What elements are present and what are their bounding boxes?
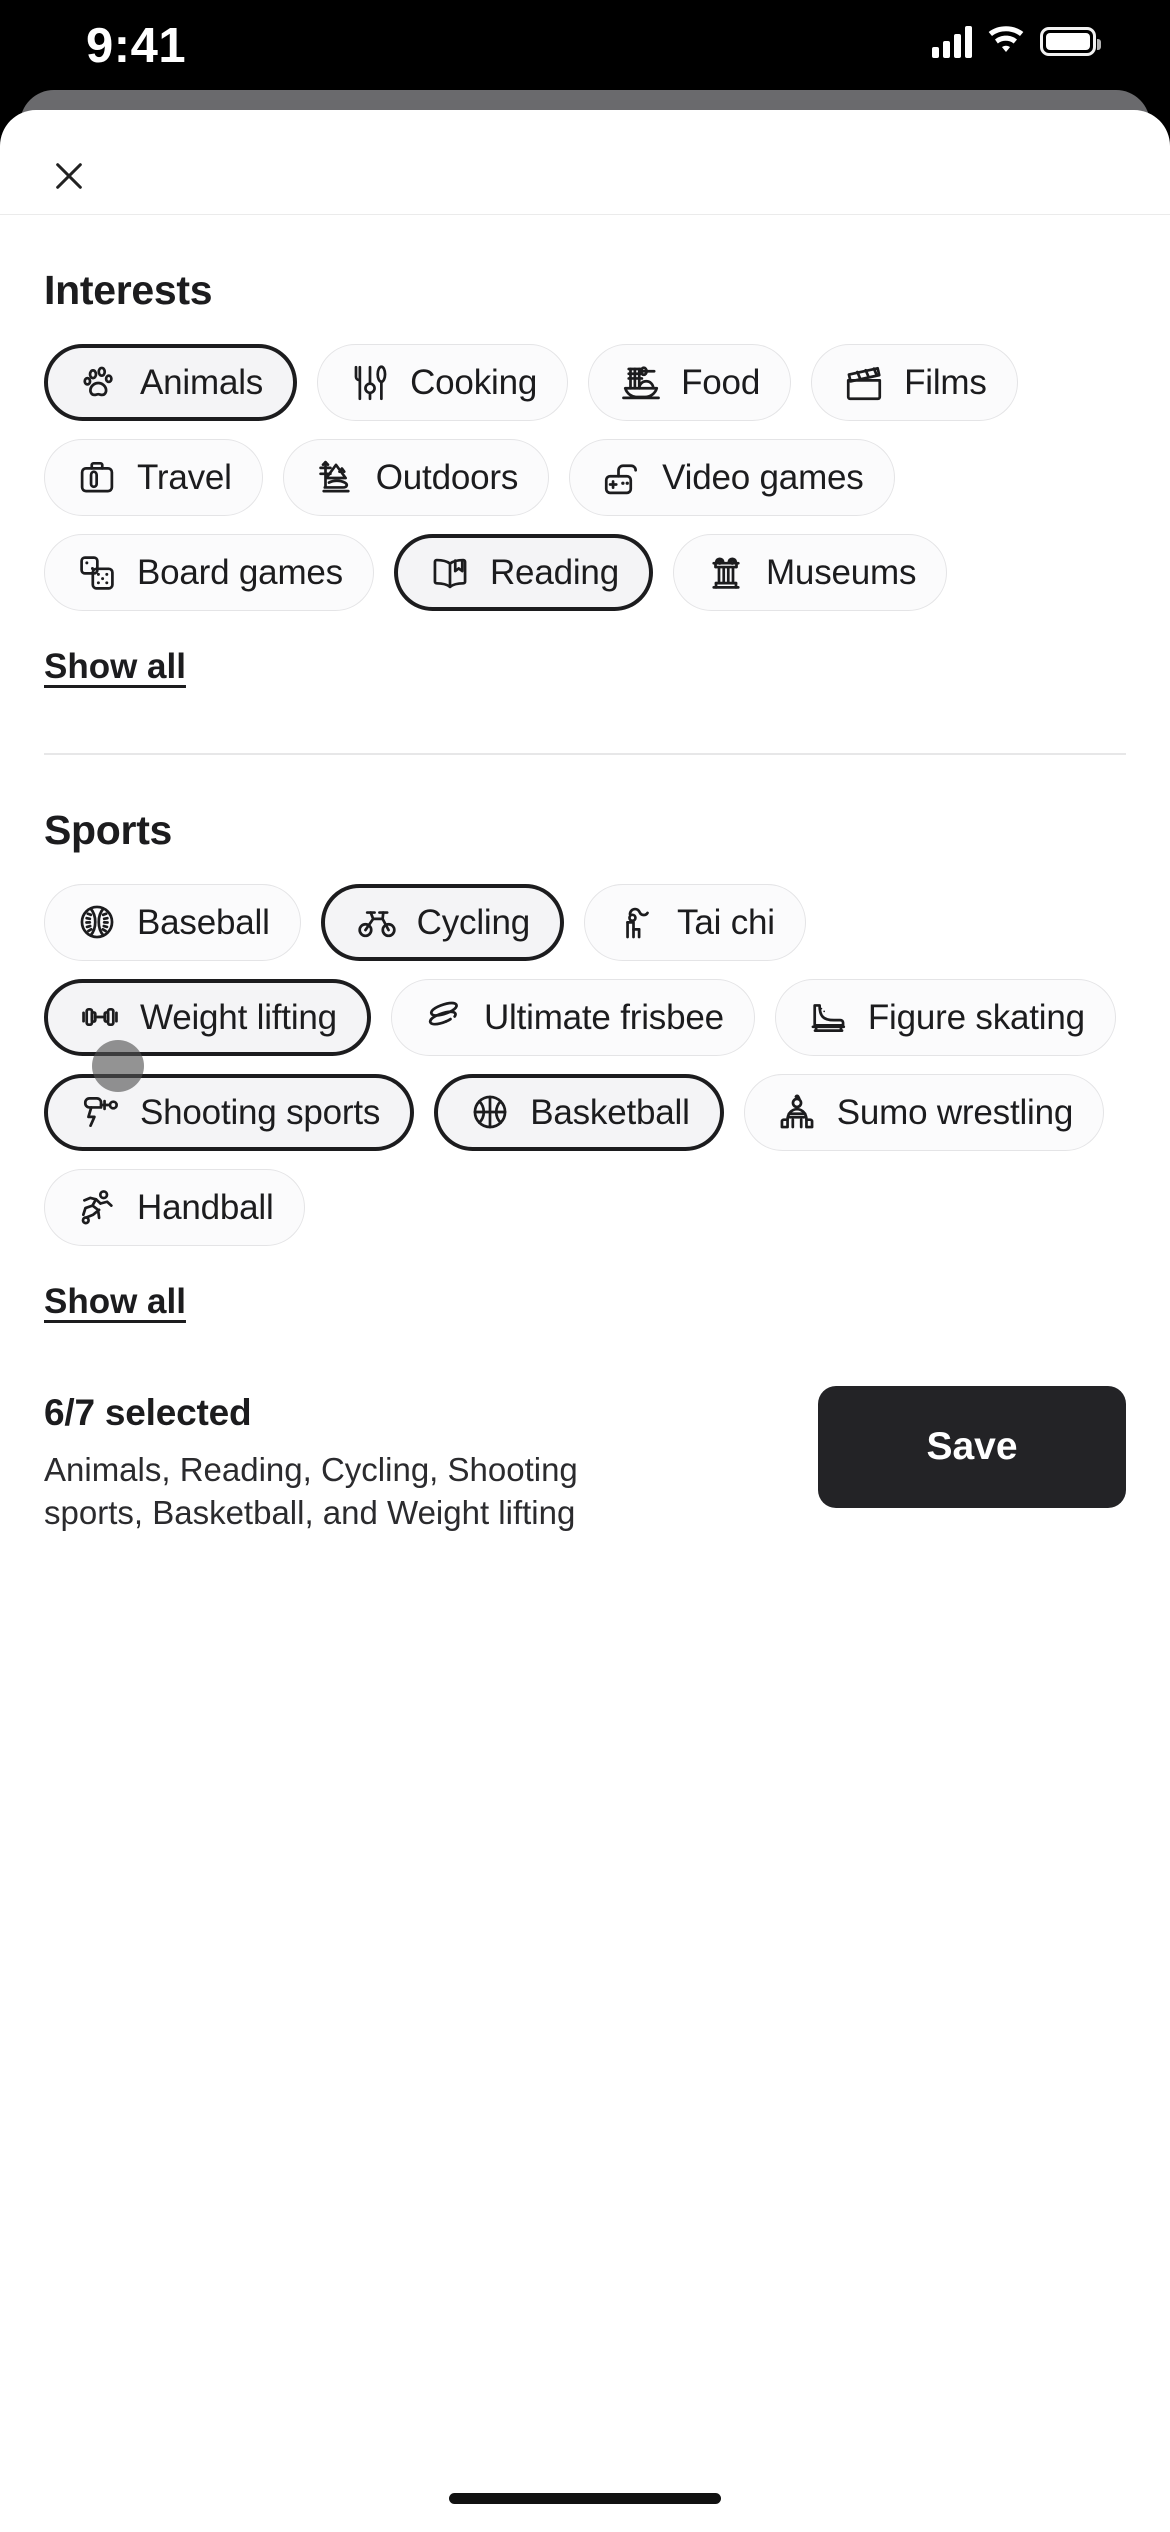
chip-ultimate-frisbee[interactable]: Ultimate frisbee [390,978,755,1056]
chip-shooting-sports[interactable]: Shooting sports [44,1073,415,1151]
footer: 6/7 selected Animals, Reading, Cycling, … [0,1385,1170,1535]
chip-outdoors[interactable]: Outdoors [282,439,550,516]
sumo-wrestler-icon [775,1090,819,1134]
mountain-tree-icon [314,456,358,500]
status-bar: 9:41 [0,0,1170,88]
selection-summary: 6/7 selected Animals, Reading, Cycling, … [44,1386,684,1535]
bicycle-icon [355,900,399,944]
chip-food[interactable]: Food [588,344,792,421]
section-sports: Sports Baseball Cycling Tai chi Weight lifti… [44,755,1126,1322]
show-all-link-sports[interactable]: Show all [44,1282,186,1322]
handball-player-icon [75,1185,119,1229]
chip-label: Shooting sports [140,1092,381,1132]
chip-label: Ultimate frisbee [483,997,724,1037]
chip-weight-lifting[interactable]: Weight lifting [44,978,371,1056]
selected-items-label: Animals, Reading, Cycling, Shooting spor… [44,1450,578,1532]
save-button[interactable]: Save [818,1385,1126,1508]
phone-screen: 9:41 Interests Animals Cooking Food Films Tra… [0,0,1170,2532]
modal-sheet: Interests Animals Cooking Food Films Travel Ou… [0,110,1170,2532]
open-book-icon [428,551,472,595]
chip-label: Basketball [530,1092,690,1132]
chip-group: Animals Cooking Food Films Travel Outdoors Vid… [44,344,1126,611]
chip-museums[interactable]: Museums [672,534,948,611]
show-all-link-interests[interactable]: Show all [44,647,186,687]
chip-reading[interactable]: Reading [393,534,653,611]
greek-column-icon [704,551,748,595]
chip-label: Board games [137,553,343,592]
chip-tai-chi[interactable]: Tai chi [584,883,806,961]
chip-group: Baseball Cycling Tai chi Weight lifting Ulti… [44,883,1126,1246]
paw-print-icon [78,361,122,405]
noodle-bowl-icon [619,361,663,405]
selected-count-label: 6/7 selected [44,1391,252,1433]
chip-label: Figure skating [867,997,1085,1037]
sheet-header [0,110,1170,215]
status-bar-indicators [932,24,1101,58]
tai-chi-figure-icon [615,900,659,944]
utensils-icon [348,361,392,405]
chip-films[interactable]: Films [811,344,1018,421]
signal-bars-icon [932,24,972,58]
dice-icon [75,551,119,595]
chip-video-games[interactable]: Video games [569,439,895,516]
chip-label: Outdoors [375,458,519,497]
home-indicator [449,2493,721,2504]
chip-label: Weight lifting [140,997,337,1037]
suitcase-icon [75,456,119,500]
chip-label: Animals [140,363,264,402]
chip-handball[interactable]: Handball [44,1168,305,1246]
chip-label: Video games [662,458,864,497]
baseball-icon [75,900,119,944]
chip-label: Cooking [410,363,538,402]
chip-label: Museums [765,553,917,592]
chip-animals[interactable]: Animals [44,344,298,421]
battery-icon [1040,26,1101,56]
chip-label: Handball [137,1187,274,1227]
chip-label: Tai chi [677,902,775,942]
shooting-target-icon [78,1090,122,1134]
chip-label: Cycling [416,902,531,942]
clapperboard-icon [842,361,886,405]
ice-skate-icon [806,995,850,1039]
chip-travel[interactable]: Travel [44,439,263,516]
chip-sumo-wrestling[interactable]: Sumo wrestling [743,1073,1105,1151]
close-button[interactable] [45,152,93,200]
chip-label: Baseball [137,902,270,942]
section-interests: Interests Animals Cooking Food Films Travel Ou… [44,215,1126,755]
section-title: Sports [44,806,173,853]
sheet-content: Interests Animals Cooking Food Films Travel Ou… [0,215,1170,1322]
chip-label: Travel [137,458,232,497]
gamepad-icon [600,456,644,500]
sections-container: Interests Animals Cooking Food Films Travel Ou… [44,215,1126,1322]
chip-cooking[interactable]: Cooking [317,344,569,421]
chip-label: Films [904,363,987,402]
chip-baseball[interactable]: Baseball [44,883,301,961]
chip-label: Sumo wrestling [836,1092,1074,1132]
chip-figure-skating[interactable]: Figure skating [774,978,1116,1056]
chip-cycling[interactable]: Cycling [320,883,565,961]
close-icon [56,163,82,189]
section-title: Interests [44,267,213,313]
chip-board-games[interactable]: Board games [44,534,374,611]
wifi-icon [988,26,1024,52]
chip-label: Reading [489,553,619,592]
chip-basketball[interactable]: Basketball [434,1073,724,1151]
dumbbell-icon [78,995,122,1039]
basketball-icon [468,1090,512,1134]
chip-label: Food [681,363,761,402]
status-bar-time: 9:41 [86,19,187,73]
frisbee-disc-icon [422,995,466,1039]
